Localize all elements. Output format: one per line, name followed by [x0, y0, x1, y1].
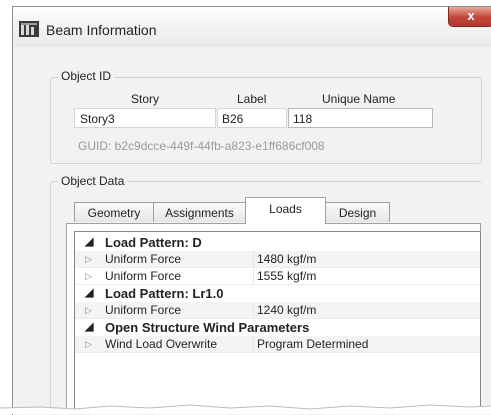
tab-design-label: Design — [338, 206, 377, 220]
guid-text: GUID: b2c9dcce-449f-44fb-a823-e1ff686cf0… — [78, 139, 325, 153]
tree-row-wind-load-overwrite[interactable]: ▷ Wind Load Overwrite Program Determined — [75, 336, 480, 353]
label-value: B26 — [222, 112, 244, 126]
collapse-triangle-icon[interactable]: ◢ — [85, 319, 93, 336]
title-bar[interactable]: Beam Information x — [13, 7, 491, 47]
tab-assignments-label: Assignments — [165, 206, 234, 220]
object-id-group-label: Object ID — [58, 69, 115, 83]
row-value: 1480 kgf/m — [253, 251, 316, 268]
tab-loads[interactable]: Loads — [245, 197, 326, 224]
torn-edge — [0, 404, 491, 414]
tab-assignments[interactable]: Assignments — [153, 202, 246, 222]
row-name: Uniform Force — [105, 252, 182, 266]
collapse-triangle-icon[interactable]: ◢ — [85, 285, 93, 302]
expand-triangle-icon[interactable]: ▷ — [85, 251, 92, 268]
app-icon — [19, 21, 39, 37]
tab-loads-label: Loads — [269, 202, 302, 216]
row-name: Open Structure Wind Parameters — [105, 320, 310, 335]
unique-name-value: 118 — [293, 112, 313, 126]
expand-triangle-icon[interactable]: ▷ — [85, 268, 92, 285]
unique-name-field: 118 — [288, 108, 433, 128]
story-header: Story — [131, 92, 160, 106]
tree-row-uniform-force-1[interactable]: ▷ Uniform Force 1480 kgf/m — [75, 251, 480, 268]
label-field: B26 — [217, 108, 287, 128]
row-name: Uniform Force — [105, 269, 182, 283]
story-value: Story3 — [80, 112, 115, 126]
expand-triangle-icon[interactable]: ▷ — [85, 302, 92, 319]
label-header: Label — [237, 92, 267, 106]
tab-design[interactable]: Design — [325, 202, 390, 222]
close-icon: x — [467, 8, 475, 23]
window-title: Beam Information — [46, 22, 157, 38]
row-value: Program Determined — [253, 336, 368, 353]
expand-triangle-icon[interactable]: ▷ — [85, 336, 92, 353]
tab-geometry[interactable]: Geometry — [74, 202, 154, 222]
collapse-triangle-icon[interactable]: ◢ — [85, 234, 93, 251]
row-name: Uniform Force — [105, 303, 182, 317]
tree-row-uniform-force-3[interactable]: ▷ Uniform Force 1240 kgf/m — [75, 302, 480, 319]
story-field: Story3 — [74, 108, 216, 128]
unique-name-header: Unique Name — [322, 92, 396, 106]
tab-geometry-label: Geometry — [87, 206, 141, 220]
tree-row-wind-parameters[interactable]: ◢ Open Structure Wind Parameters — [75, 319, 480, 336]
row-value: 1240 kgf/m — [253, 302, 316, 319]
tree-row-load-pattern-d[interactable]: ◢ Load Pattern: D — [75, 234, 480, 251]
row-value: 1555 kgf/m — [253, 268, 316, 285]
row-name: Wind Load Overwrite — [105, 337, 218, 351]
close-button[interactable]: x — [448, 7, 491, 27]
tree-row-load-pattern-lr[interactable]: ◢ Load Pattern: Lr1.0 — [75, 285, 480, 302]
loads-property-grid[interactable]: ◢ Load Pattern: D ▷ Uniform Force 1480 k… — [74, 231, 481, 414]
object-data-group-label: Object Data — [58, 174, 128, 188]
tree-row-uniform-force-2[interactable]: ▷ Uniform Force 1555 kgf/m — [75, 268, 480, 285]
row-name: Load Pattern: D — [105, 235, 202, 250]
row-name: Load Pattern: Lr1.0 — [105, 286, 224, 301]
